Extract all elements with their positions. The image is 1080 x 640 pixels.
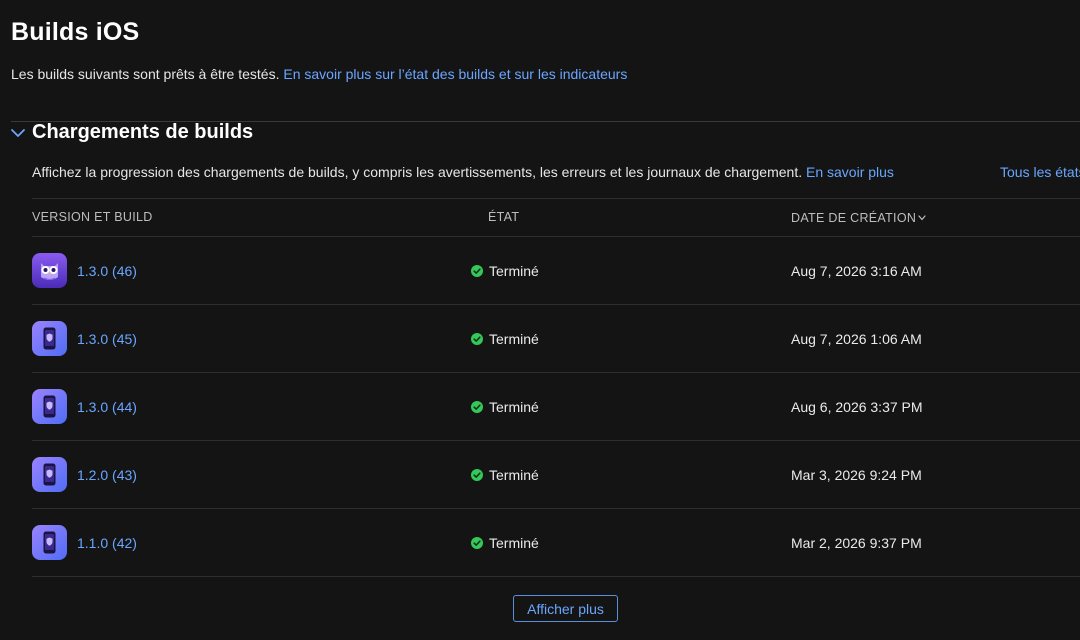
- build-status-label: Terminé: [489, 467, 539, 483]
- section-title: Chargements de builds: [32, 121, 254, 143]
- column-header-version: VERSION ET BUILD: [32, 210, 153, 224]
- build-status-label: Terminé: [489, 399, 539, 415]
- build-version-link[interactable]: 1.3.0 (45): [77, 331, 137, 347]
- checkmark-circle-icon: [471, 400, 483, 413]
- checkmark-circle-icon: [471, 536, 483, 549]
- table-row: 1.3.0 (44) Terminé Aug 6, 2026 3:37 PM: [32, 373, 1080, 441]
- build-created-date: Aug 6, 2026 3:37 PM: [791, 399, 923, 415]
- table-row: 1.3.0 (46) Terminé Aug 7, 2026 3:16 AM: [32, 237, 1080, 305]
- sort-descending-icon: [918, 210, 926, 224]
- section-description-text: Affichez la progression des chargements …: [32, 164, 803, 180]
- phone-shield-app-icon: [32, 321, 67, 356]
- column-header-created-label: DATE DE CRÉATION: [791, 211, 917, 225]
- page-subtitle-text: Les builds suivants sont prêts à être te…: [11, 66, 280, 82]
- table-top-divider: [32, 198, 1080, 199]
- build-status: Terminé: [471, 535, 539, 551]
- table-row: 1.1.0 (42) Terminé Mar 2, 2026 9:37 PM: [32, 509, 1080, 577]
- build-status: Terminé: [471, 331, 539, 347]
- build-version-link[interactable]: 1.1.0 (42): [77, 535, 137, 551]
- all-states-filter-link[interactable]: Tous les états: [1000, 164, 1080, 180]
- build-status: Terminé: [471, 467, 539, 483]
- checkmark-circle-icon: [471, 264, 483, 277]
- build-version-link[interactable]: 1.3.0 (46): [77, 263, 137, 279]
- table-row: 1.3.0 (45) Terminé Aug 7, 2026 1:06 AM: [32, 305, 1080, 373]
- column-header-status: ÉTAT: [488, 210, 520, 224]
- page-title: Builds iOS: [11, 18, 140, 46]
- build-status-label: Terminé: [489, 535, 539, 551]
- build-status: Terminé: [471, 399, 539, 415]
- build-created-date: Mar 2, 2026 9:37 PM: [791, 535, 922, 551]
- build-version-link[interactable]: 1.2.0 (43): [77, 467, 137, 483]
- table-row: 1.2.0 (43) Terminé Mar 3, 2026 9:24 PM: [32, 441, 1080, 509]
- build-status-label: Terminé: [489, 331, 539, 347]
- phone-shield-app-icon: [32, 457, 67, 492]
- build-status-help-link[interactable]: En savoir plus sur l’état des builds et …: [283, 66, 627, 82]
- chevron-down-icon[interactable]: [10, 124, 26, 142]
- build-version-link[interactable]: 1.3.0 (44): [77, 399, 137, 415]
- builds-page: Builds iOS Les builds suivants sont prêt…: [0, 0, 1080, 640]
- build-created-date: Mar 3, 2026 9:24 PM: [791, 467, 922, 483]
- page-subtitle: Les builds suivants sont prêts à être te…: [11, 66, 627, 82]
- phone-shield-app-icon: [32, 389, 67, 424]
- build-created-date: Aug 7, 2026 3:16 AM: [791, 263, 922, 279]
- phone-shield-app-icon: [32, 525, 67, 560]
- build-status-label: Terminé: [489, 263, 539, 279]
- column-header-created[interactable]: DATE DE CRÉATION: [791, 210, 926, 225]
- row-divider: [32, 576, 1080, 577]
- learn-more-link[interactable]: En savoir plus: [806, 164, 894, 180]
- checkmark-circle-icon: [471, 468, 483, 481]
- section-description: Affichez la progression des chargements …: [32, 164, 894, 180]
- show-more-button[interactable]: Afficher plus: [513, 595, 618, 622]
- build-status: Terminé: [471, 263, 539, 279]
- owl-app-icon: [32, 253, 67, 288]
- checkmark-circle-icon: [471, 332, 483, 345]
- build-created-date: Aug 7, 2026 1:06 AM: [791, 331, 922, 347]
